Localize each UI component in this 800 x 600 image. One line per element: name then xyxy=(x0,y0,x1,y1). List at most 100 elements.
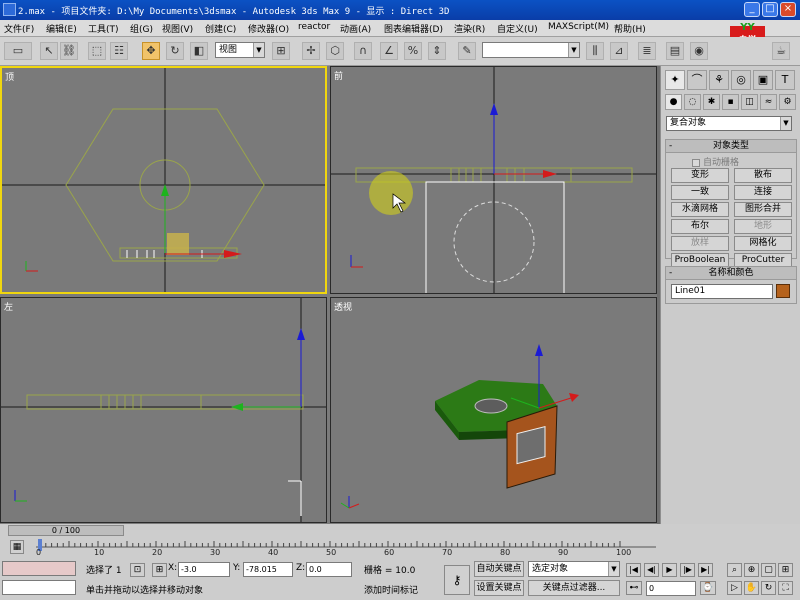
maximize-button[interactable]: □ xyxy=(762,2,778,17)
menu-file[interactable]: 文件(F) xyxy=(4,22,34,35)
unlink-button[interactable]: ⛓ xyxy=(60,42,78,60)
layer-manager-button[interactable]: ≣ xyxy=(638,42,656,60)
close-button[interactable]: × xyxy=(780,2,796,17)
snap-toggle-button[interactable]: ∩ xyxy=(354,42,372,60)
object-name-field[interactable]: Line01 xyxy=(671,284,773,299)
minimize-button[interactable]: _ xyxy=(744,2,760,17)
tab-lights[interactable]: ✱ xyxy=(703,94,720,110)
field-of-view-button[interactable]: ▷ xyxy=(727,581,742,595)
zoom-extents-button[interactable]: ▢ xyxy=(761,563,776,577)
z-coord-field[interactable]: 0.0 xyxy=(306,562,352,577)
menu-group[interactable]: 组(G) xyxy=(130,22,153,35)
tab-shapes[interactable]: ◌ xyxy=(684,94,701,110)
connect-button[interactable]: 连接 xyxy=(734,185,792,200)
loft-button[interactable]: 放样 xyxy=(671,236,729,251)
menu-graph-editors[interactable]: 图表编辑器(D) xyxy=(384,22,443,35)
mesher-button[interactable]: 网格化 xyxy=(734,236,792,251)
orbit-button[interactable]: ↻ xyxy=(761,581,776,595)
viewport-left[interactable]: 左 xyxy=(0,297,327,523)
menu-create[interactable]: 创建(C) xyxy=(205,22,236,35)
goto-end-button[interactable]: ▶| xyxy=(698,563,713,577)
boolean-button[interactable]: 布尔 xyxy=(671,219,729,234)
tab-hierarchy[interactable]: ⚘ xyxy=(709,70,729,90)
quick-render-button[interactable]: ☕ xyxy=(772,42,790,60)
prev-frame-button[interactable]: ◀| xyxy=(644,563,659,577)
selection-set-button[interactable]: ▭ xyxy=(4,42,32,60)
current-frame-field[interactable]: 0 xyxy=(646,581,696,596)
morph-button[interactable]: 变形 xyxy=(671,168,729,183)
conform-button[interactable]: 一致 xyxy=(671,185,729,200)
pan-button[interactable]: ✋ xyxy=(744,581,759,595)
viewport-front-label[interactable]: 前 xyxy=(334,69,343,82)
select-scale-button[interactable]: ◧ xyxy=(190,42,208,60)
menu-tools[interactable]: 工具(T) xyxy=(88,22,119,35)
menu-help[interactable]: 帮助(H) xyxy=(614,22,646,35)
angle-snap-button[interactable]: ∠ xyxy=(380,42,398,60)
viewport-perspective-label[interactable]: 透视 xyxy=(334,300,352,313)
object-type-header[interactable]: - 对象类型 xyxy=(666,140,796,153)
auto-key-button[interactable]: 自动关键点 xyxy=(474,561,524,577)
object-color-swatch[interactable] xyxy=(776,284,790,298)
next-frame-button[interactable]: |▶ xyxy=(680,563,695,577)
mirror-button[interactable]: ⫼ xyxy=(586,42,604,60)
pivot-center-button[interactable]: ⊞ xyxy=(272,42,290,60)
menu-views[interactable]: 视图(V) xyxy=(162,22,193,35)
tab-geometry[interactable]: ● xyxy=(665,94,682,110)
tab-helpers[interactable]: ◫ xyxy=(741,94,758,110)
viewport-front[interactable]: 前 xyxy=(330,66,657,294)
material-editor-button[interactable]: ◉ xyxy=(690,42,708,60)
object-category-dropdown[interactable]: 复合对象 ▼ xyxy=(666,116,792,131)
named-selection-dropdown[interactable]: ▼ xyxy=(482,42,580,58)
menu-modifiers[interactable]: 修改器(O) xyxy=(248,22,289,35)
set-key-button[interactable]: 设置关键点 xyxy=(474,580,524,596)
menu-customize[interactable]: 自定义(U) xyxy=(497,22,538,35)
name-color-header[interactable]: - 名称和颜色 xyxy=(666,267,796,280)
key-mode-dropdown[interactable]: 选定对象 ▼ xyxy=(528,561,620,577)
menu-reactor[interactable]: reactor xyxy=(298,22,330,32)
zoom-button[interactable]: ⌕ xyxy=(727,563,742,577)
lock-selection-button[interactable]: ⊡ xyxy=(130,563,145,577)
maxscript-input-mini[interactable] xyxy=(2,580,76,595)
zoom-all-button[interactable]: ⊕ xyxy=(744,563,759,577)
coord-system-dropdown[interactable]: 视图 ▼ xyxy=(215,42,265,58)
curve-editor-button[interactable]: ▤ xyxy=(666,42,684,60)
autogrid-checkbox[interactable]: 自动栅格 xyxy=(692,155,739,168)
play-button[interactable]: ▶ xyxy=(662,563,677,577)
select-rotate-button[interactable]: ↻ xyxy=(166,42,184,60)
select-move-button[interactable]: ✥ xyxy=(142,42,160,60)
goto-start-button[interactable]: |◀ xyxy=(626,563,641,577)
key-filters-button[interactable]: 关键点过滤器... xyxy=(528,580,620,596)
menu-rendering[interactable]: 渲染(R) xyxy=(454,22,485,35)
terrain-button[interactable]: 地形 xyxy=(734,219,792,234)
zoom-extents-all-button[interactable]: ⊞ xyxy=(778,563,793,577)
select-manipulate-button[interactable]: ✢ xyxy=(302,42,320,60)
shapemerge-button[interactable]: 图形合并 xyxy=(734,202,792,217)
keyboard-shortcut-button[interactable]: ⬡ xyxy=(326,42,344,60)
menu-maxscript[interactable]: MAXScript(M) xyxy=(548,22,609,32)
viewport-top[interactable]: 顶 xyxy=(0,66,327,294)
tab-modify[interactable]: ⌒ xyxy=(687,70,707,90)
spinner-snap-button[interactable]: ⇕ xyxy=(428,42,446,60)
viewport-top-label[interactable]: 顶 xyxy=(5,70,14,83)
menu-edit[interactable]: 编辑(E) xyxy=(46,22,77,35)
menu-animation[interactable]: 动画(A) xyxy=(340,22,371,35)
select-link-button[interactable]: ↖ xyxy=(40,42,58,60)
add-time-tag[interactable]: 添加时间标记 xyxy=(364,583,418,596)
blobmesh-button[interactable]: 水滴网格 xyxy=(671,202,729,217)
key-mode-toggle[interactable]: ⊷ xyxy=(626,581,642,595)
absolute-mode-button[interactable]: ⊞ xyxy=(152,563,167,577)
time-config-button[interactable]: ⌚ xyxy=(700,581,716,595)
maxscript-listener-mini[interactable] xyxy=(2,561,76,576)
viewport-left-label[interactable]: 左 xyxy=(4,300,13,313)
tab-display[interactable]: ▣ xyxy=(753,70,773,90)
x-coord-field[interactable]: -3.0 xyxy=(178,562,230,577)
track-bar-toggle[interactable]: ▦ xyxy=(10,540,24,554)
tab-spacewarps[interactable]: ≈ xyxy=(760,94,777,110)
tab-utilities[interactable]: T xyxy=(775,70,795,90)
maximize-viewport-button[interactable]: ⛶ xyxy=(778,581,793,595)
viewport-perspective[interactable]: 透视 xyxy=(330,297,657,523)
tab-systems[interactable]: ⚙ xyxy=(779,94,796,110)
tab-cameras[interactable]: ▪ xyxy=(722,94,739,110)
percent-snap-button[interactable]: % xyxy=(404,42,422,60)
set-key-toggle-button[interactable]: ⚷ xyxy=(444,565,470,595)
